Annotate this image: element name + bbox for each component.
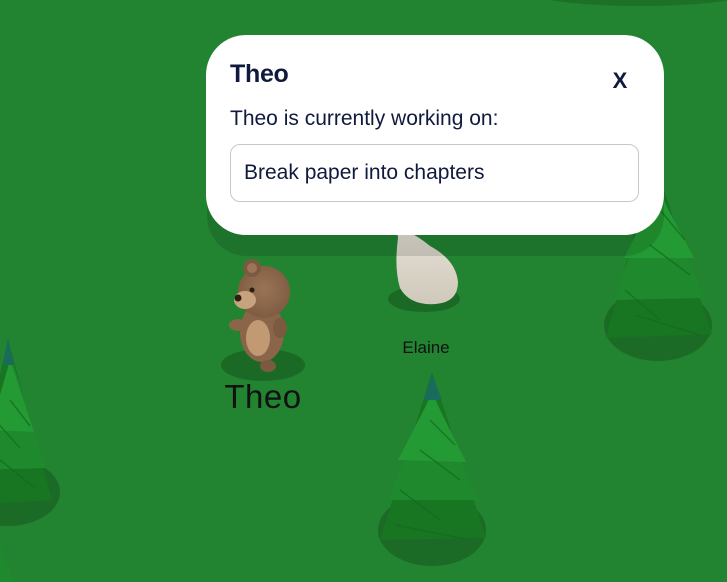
status-popup: Theo X Theo is currently working on: Bre…: [206, 35, 664, 235]
game-scene: Theo Elaine Theo X Theo is currently wor…: [0, 0, 727, 582]
close-button[interactable]: X: [608, 66, 632, 96]
working-on-label: Theo is currently working on:: [230, 107, 499, 130]
popup-title: Theo: [230, 60, 289, 88]
character-name-elaine: Elaine: [402, 338, 450, 357]
current-task-field[interactable]: Break paper into chapters: [230, 144, 639, 202]
character-name-theo: Theo: [224, 378, 302, 415]
